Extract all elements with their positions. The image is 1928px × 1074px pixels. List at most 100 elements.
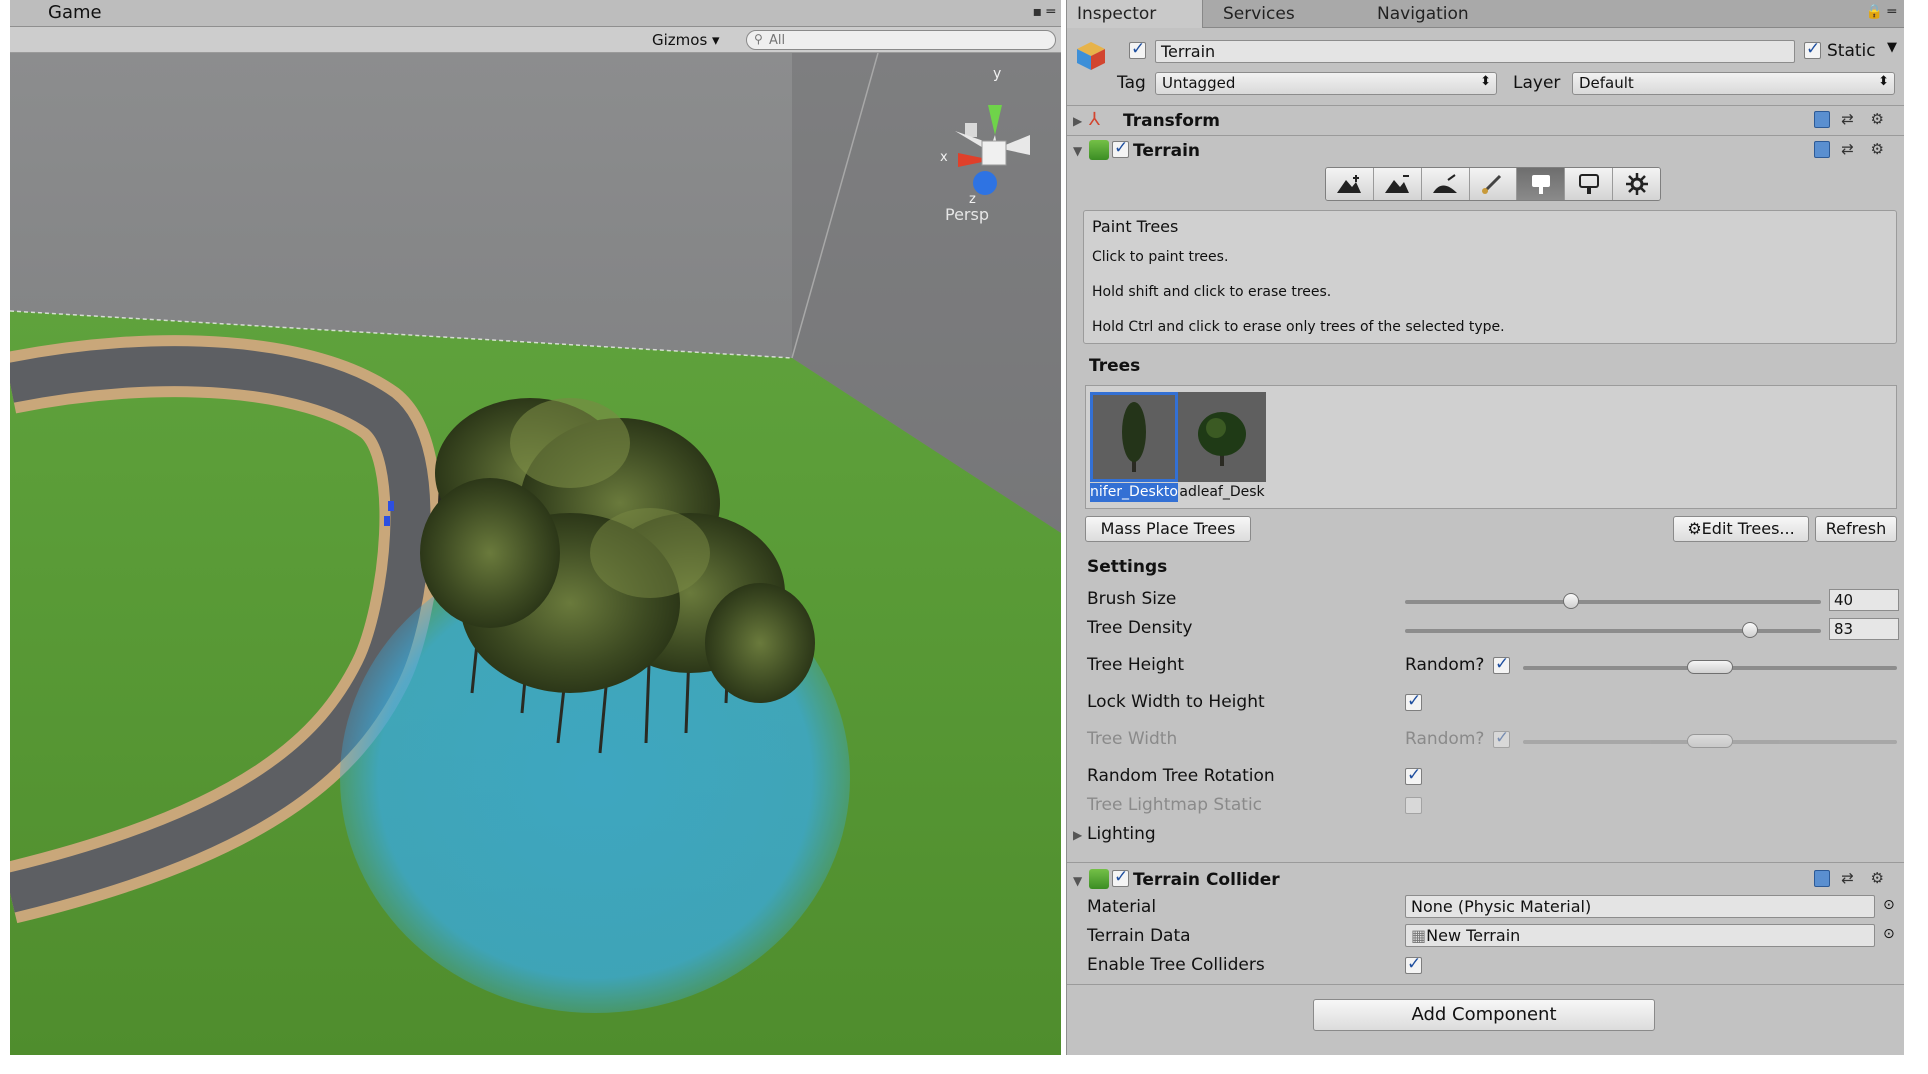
scene-viewport[interactable]: y x z (10, 53, 1061, 1055)
tree-density-label: Tree Density (1087, 618, 1193, 638)
projection-toggle[interactable]: Persp (945, 205, 989, 224)
terrain-data-asset-icon: ▦ (1411, 926, 1427, 945)
static-checkbox[interactable] (1804, 39, 1821, 59)
help-line-2: Hold shift and click to erase trees. (1092, 284, 1332, 300)
lightmap-static-checkbox (1405, 797, 1422, 814)
static-label: Static (1827, 41, 1876, 61)
tree-width-range-slider (1523, 734, 1897, 748)
collider-enabled-checkbox[interactable] (1112, 867, 1129, 887)
layer-dropdown[interactable]: Default ⬍ (1572, 72, 1895, 95)
help-book-icon (1814, 870, 1831, 887)
scene-search-input[interactable] (746, 30, 1056, 50)
object-picker-icon[interactable]: ⊙ (1883, 897, 1895, 913)
paint-height-icon[interactable] (1373, 168, 1422, 200)
paint-texture-icon[interactable] (1469, 168, 1518, 200)
terrain-foldout-icon[interactable]: ▼ (1073, 144, 1082, 158)
settings-icon[interactable] (1613, 168, 1660, 200)
tree-density-slider[interactable] (1405, 622, 1821, 638)
tree-thumbnail (1178, 392, 1266, 482)
terrain-data-field[interactable]: ▦New Terrain (1405, 924, 1875, 947)
help-book-icon (1814, 111, 1831, 128)
paint-details-icon[interactable] (1565, 168, 1614, 200)
terrain-enabled-checkbox[interactable] (1112, 138, 1129, 158)
refresh-button[interactable]: Refresh (1815, 516, 1897, 542)
collider-foldout-icon[interactable]: ▼ (1073, 874, 1082, 888)
layer-label: Layer (1513, 73, 1561, 93)
tree-prototype-conifer[interactable]: nifer_Desktop (1090, 392, 1178, 502)
brush-size-value[interactable]: 40 (1829, 589, 1899, 611)
terrain-collider-title[interactable]: Terrain Collider (1133, 870, 1280, 890)
place-trees-icon[interactable] (1517, 168, 1566, 200)
help-line-1: Click to paint trees. (1092, 249, 1229, 265)
terrain-data-value: New Terrain (1426, 926, 1521, 945)
scene-tab-menu-icon[interactable]: ▪ ═ (1033, 4, 1055, 20)
tab-navigation[interactable]: Navigation (1367, 0, 1479, 28)
enable-tree-colliders-checkbox[interactable] (1405, 954, 1422, 974)
terrain-tool-strip (1325, 167, 1661, 201)
tag-dropdown[interactable]: Untagged ⬍ (1155, 72, 1497, 95)
chevron-down-icon: ⬍ (1480, 74, 1491, 89)
tree-density-value[interactable]: 83 (1829, 618, 1899, 640)
transform-foldout-icon[interactable]: ▶ (1073, 114, 1082, 128)
tree-width-random-checkbox (1493, 728, 1510, 748)
material-field[interactable]: None (Physic Material) (1405, 895, 1875, 918)
gizmos-dropdown[interactable]: Gizmos ▾ (652, 29, 738, 51)
collider-header-icons[interactable]: ⇄ ⚙ (1814, 869, 1890, 887)
settings-header: Settings (1087, 557, 1168, 577)
raise-lower-icon[interactable] (1326, 168, 1374, 200)
axis-y-label: y (993, 66, 1001, 82)
paint-trees-help-box: Paint Trees Click to paint trees. Hold s… (1083, 210, 1897, 344)
terrain-component-icon (1089, 140, 1109, 160)
transform-header-icons[interactable]: ⇄ ⚙ (1814, 110, 1890, 128)
inspector-lock-menu-icon[interactable]: 🔒 ═ (1866, 4, 1896, 20)
layer-value: Default (1579, 74, 1634, 92)
lighting-foldout[interactable]: Lighting (1087, 824, 1156, 844)
terrain-title[interactable]: Terrain (1133, 141, 1200, 161)
add-component-button[interactable]: Add Component (1313, 999, 1655, 1031)
smooth-height-icon[interactable] (1421, 168, 1470, 200)
axis-x-label: x (940, 150, 948, 165)
tag-value: Untagged (1162, 74, 1236, 92)
gear-icon: ⚙ (1687, 519, 1702, 538)
object-name-field[interactable]: Terrain (1155, 40, 1795, 63)
search-icon: ⚲ (754, 32, 763, 46)
edit-trees-button[interactable]: ⚙Edit Trees... (1673, 516, 1809, 542)
tree-prototype-broadleaf[interactable]: adleaf_Desk (1178, 392, 1266, 502)
tree-width-random-label: Random? (1405, 729, 1485, 749)
static-dropdown-icon[interactable]: ▼ (1887, 40, 1897, 55)
brush-size-slider[interactable] (1405, 593, 1821, 609)
tree-width-label: Tree Width (1087, 729, 1178, 749)
enable-tree-colliders-label: Enable Tree Colliders (1087, 955, 1265, 975)
mass-place-trees-button[interactable]: Mass Place Trees (1085, 516, 1251, 542)
lightmap-static-label: Tree Lightmap Static (1087, 795, 1263, 815)
scene-toolbar: Gizmos ▾ ⚲ (10, 27, 1061, 53)
tab-services[interactable]: Services (1213, 0, 1305, 28)
terrain-data-label: Terrain Data (1087, 926, 1191, 946)
lock-width-checkbox[interactable] (1405, 691, 1422, 711)
help-line-3: Hold Ctrl and click to erase only trees … (1092, 319, 1505, 335)
random-rotation-label: Random Tree Rotation (1087, 766, 1275, 786)
help-title: Paint Trees (1092, 217, 1179, 236)
terrain-header-icons[interactable]: ⇄ ⚙ (1814, 140, 1890, 158)
edit-trees-label: Edit Trees... (1701, 519, 1795, 538)
slider-knob[interactable] (1742, 622, 1759, 638)
brush-size-label: Brush Size (1087, 589, 1177, 609)
tab-game[interactable]: Game (48, 2, 102, 23)
object-picker-icon[interactable]: ⊙ (1883, 926, 1895, 942)
tab-inspector[interactable]: Inspector (1067, 0, 1203, 28)
random-rotation-checkbox[interactable] (1405, 765, 1422, 785)
tree-thumbnail (1090, 392, 1178, 482)
scene-view[interactable]: Game ▪ ═ Gizmos ▾ ⚲ (10, 0, 1061, 1055)
transform-title[interactable]: Transform (1123, 111, 1220, 131)
tree-prototype-grid: nifer_Desktop adleaf_Desk (1085, 385, 1897, 509)
lighting-foldout-icon[interactable]: ▶ (1073, 828, 1082, 842)
active-checkbox[interactable] (1129, 39, 1146, 59)
tree-height-random-label: Random? (1405, 655, 1485, 675)
scene-tab-bar: Game ▪ ═ (10, 0, 1061, 27)
inspector-panel: Inspector Services Navigation 🔒 ═ Terrai… (1066, 0, 1904, 1055)
tree-height-random-checkbox[interactable] (1493, 654, 1510, 674)
range-handle[interactable] (1687, 660, 1733, 674)
slider-knob[interactable] (1563, 593, 1580, 609)
tree-height-range-slider[interactable] (1523, 660, 1897, 674)
chevron-down-icon: ⬍ (1878, 74, 1889, 89)
